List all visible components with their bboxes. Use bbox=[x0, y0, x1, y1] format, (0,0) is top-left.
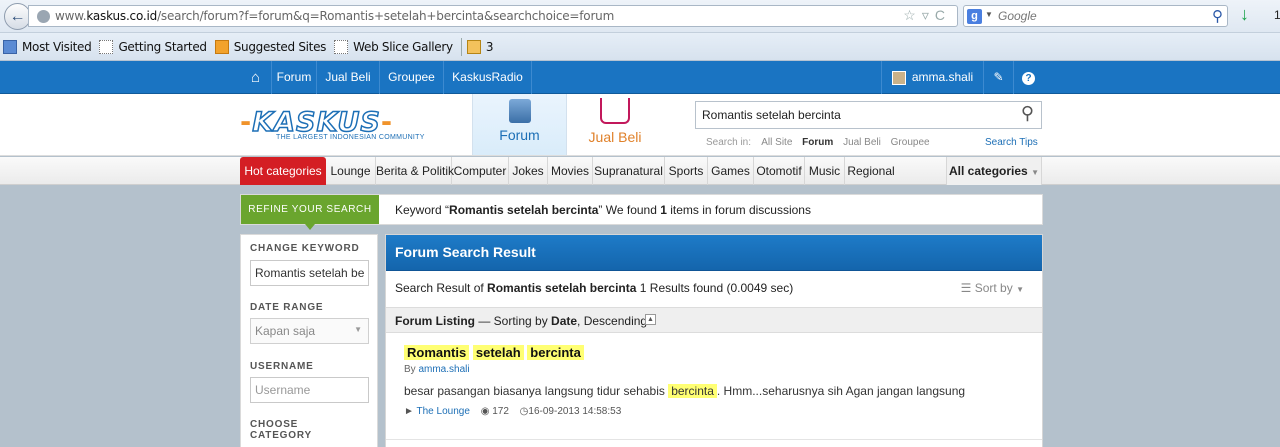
bookmark-most-visited[interactable]: Most Visited bbox=[3, 39, 92, 54]
bookmark-separator bbox=[460, 37, 462, 56]
hot-categories-button[interactable]: Hot categories bbox=[240, 157, 326, 185]
date-range-select[interactable]: Kapan saja ▼ bbox=[250, 318, 369, 344]
shopping-cart-icon bbox=[600, 98, 630, 124]
bookmark-feed[interactable]: 3 bbox=[466, 39, 493, 54]
category-games[interactable]: Games bbox=[708, 157, 754, 185]
page-icon bbox=[334, 39, 349, 54]
category-lounge[interactable]: Lounge bbox=[326, 157, 376, 185]
results-panel-title: Forum Search Result bbox=[386, 235, 1042, 271]
category-music[interactable]: Music bbox=[805, 157, 845, 185]
site-search-input[interactable]: Romantis setelah bercinta ⚲ bbox=[695, 101, 1042, 129]
sort-by-dropdown[interactable]: ☰ Sort by ▼ bbox=[961, 281, 1024, 295]
result-snippet: besar pasangan biasanya langsung tidur s… bbox=[404, 384, 966, 398]
bookmarks-bar: Most Visited Getting Started Suggested S… bbox=[0, 33, 1280, 61]
search-in-options: Search in: All Site Forum Jual Beli Grou… bbox=[706, 137, 930, 148]
search-in-all-site[interactable]: All Site bbox=[761, 137, 792, 148]
category-jokes[interactable]: Jokes bbox=[509, 157, 548, 185]
result-datetime: 16-09-2013 14:58:53 bbox=[528, 406, 622, 417]
username-label: USERNAME bbox=[250, 361, 314, 372]
forum-icon bbox=[508, 99, 531, 123]
nav-groupee[interactable]: Groupee bbox=[380, 61, 444, 94]
author-link[interactable]: amma.shali bbox=[418, 364, 469, 375]
category-movies[interactable]: Movies bbox=[548, 157, 593, 185]
bookmark-getting-started[interactable]: Getting Started bbox=[99, 39, 207, 54]
chevron-down-icon: ▼ bbox=[1016, 285, 1024, 294]
refine-bar: REFINE YOUR SEARCH Keyword “Romantis set… bbox=[240, 194, 1043, 230]
address-url[interactable]: www.kaskus.co.id/search/forum?f=forum&q=… bbox=[55, 9, 614, 23]
tag-icon: ► bbox=[404, 406, 414, 417]
forum-listing-bar: Forum Listing — Sorting by Date, Descend… bbox=[386, 307, 1042, 333]
address-bar[interactable]: www.kaskus.co.id/search/forum?f=forum&q=… bbox=[28, 5, 958, 27]
result-divider bbox=[386, 439, 1042, 440]
avatar bbox=[891, 70, 906, 85]
google-icon[interactable]: g bbox=[967, 9, 982, 24]
tab-forum[interactable]: Forum bbox=[472, 94, 567, 155]
date-range-label: DATE RANGE bbox=[250, 302, 324, 313]
result-category-link[interactable]: The Lounge bbox=[417, 406, 470, 417]
search-in-jual-beli[interactable]: Jual Beli bbox=[843, 137, 881, 148]
username-field[interactable]: Username bbox=[250, 377, 369, 403]
all-categories-dropdown[interactable]: All categories ▼ bbox=[946, 157, 1042, 185]
site-top-nav: ⌂ Forum Jual Beli Groupee KaskusRadio am… bbox=[0, 61, 1280, 94]
site-header: -KASKUS- THE LARGEST INDONESIAN COMMUNIT… bbox=[0, 94, 1280, 156]
category-otomotif[interactable]: Otomotif bbox=[754, 157, 805, 185]
list-icon: ☰ bbox=[960, 281, 972, 295]
chevron-down-icon: ▼ bbox=[1031, 168, 1039, 177]
search-icon[interactable]: ⚲ bbox=[1021, 103, 1034, 124]
search-results-panel: Forum Search Result Search Result of Rom… bbox=[385, 234, 1043, 447]
category-computer[interactable]: Computer bbox=[452, 157, 509, 185]
user-menu[interactable]: amma.shali bbox=[881, 61, 984, 94]
help-icon[interactable]: ? bbox=[1014, 61, 1043, 94]
nav-kaskusradio[interactable]: KaskusRadio bbox=[444, 61, 532, 94]
download-arrow-icon[interactable]: ↓ bbox=[1240, 4, 1249, 25]
browser-search-box[interactable]: g ▼ Google ⚲ bbox=[963, 5, 1228, 27]
toolbar-counter: 1 bbox=[1274, 8, 1280, 22]
nav-jual-beli[interactable]: Jual Beli bbox=[317, 61, 380, 94]
address-bar-tools[interactable]: ☆▿C bbox=[903, 7, 951, 24]
category-regional[interactable]: Regional bbox=[845, 157, 897, 185]
category-bar: Hot categories Lounge Berita & Politik C… bbox=[0, 157, 1280, 185]
choose-category-label: CHOOSE CATEGORY bbox=[250, 419, 312, 441]
feed-icon bbox=[466, 39, 481, 54]
result-author: By amma.shali bbox=[404, 364, 470, 375]
search-in-forum[interactable]: Forum bbox=[802, 137, 833, 148]
site-favicon-icon bbox=[37, 10, 50, 23]
comment-icon: ◉ bbox=[480, 406, 490, 417]
bookmark-web-slice-gallery[interactable]: Web Slice Gallery bbox=[334, 39, 453, 54]
reload-icon[interactable]: C bbox=[935, 7, 951, 23]
reply-count: 172 bbox=[492, 406, 509, 417]
bookmark-suggested-sites[interactable]: Suggested Sites bbox=[214, 39, 326, 54]
refine-sidebar: CHANGE KEYWORD Romantis setelah be DATE … bbox=[240, 234, 378, 447]
home-icon[interactable]: ⌂ bbox=[240, 61, 272, 94]
search-in-groupee[interactable]: Groupee bbox=[891, 137, 930, 148]
engine-dropdown-icon[interactable]: ▼ bbox=[985, 10, 993, 19]
change-keyword-label: CHANGE KEYWORD bbox=[250, 243, 360, 254]
nav-forum[interactable]: Forum bbox=[272, 61, 317, 94]
kaskus-logo[interactable]: -KASKUS- THE LARGEST INDONESIAN COMMUNIT… bbox=[240, 108, 425, 141]
collapse-toggle-icon[interactable]: ▲ bbox=[645, 314, 656, 325]
category-berita-politik[interactable]: Berita & Politik bbox=[376, 157, 454, 185]
chevron-down-icon: ▼ bbox=[354, 325, 362, 334]
refine-search-button[interactable]: REFINE YOUR SEARCH bbox=[241, 195, 379, 230]
result-title-link[interactable]: Romantis setelah bercinta bbox=[404, 345, 584, 360]
back-arrow-icon[interactable]: ← bbox=[4, 3, 31, 30]
category-sports[interactable]: Sports bbox=[665, 157, 708, 185]
browser-toolbar: ← www.kaskus.co.id/search/forum?f=forum&… bbox=[0, 0, 1280, 33]
page-icon bbox=[99, 39, 114, 54]
magnifier-icon[interactable]: ⚲ bbox=[1212, 7, 1223, 25]
pencil-icon[interactable]: ✎ bbox=[984, 61, 1014, 94]
results-summary: Search Result of Romantis setelah bercin… bbox=[395, 281, 794, 295]
browser-search-placeholder: Google bbox=[998, 9, 1037, 23]
keyword-field[interactable]: Romantis setelah be bbox=[250, 260, 369, 286]
tab-jual-beli[interactable]: Jual Beli bbox=[567, 94, 663, 155]
search-summary-message: Keyword “Romantis setelah bercinta” We f… bbox=[395, 203, 811, 217]
bookmarks-icon bbox=[3, 39, 17, 54]
search-tips-link[interactable]: Search Tips bbox=[985, 137, 1038, 148]
result-meta: ► The Lounge ◉ 172 ◷16-09-2013 14:58:53 bbox=[404, 406, 621, 417]
bookmark-star-icon[interactable]: ☆ bbox=[903, 7, 922, 23]
dropdown-chevron-icon[interactable]: ▿ bbox=[922, 7, 935, 23]
suggested-sites-icon bbox=[214, 39, 229, 54]
category-supranatural[interactable]: Supranatural bbox=[593, 157, 665, 185]
